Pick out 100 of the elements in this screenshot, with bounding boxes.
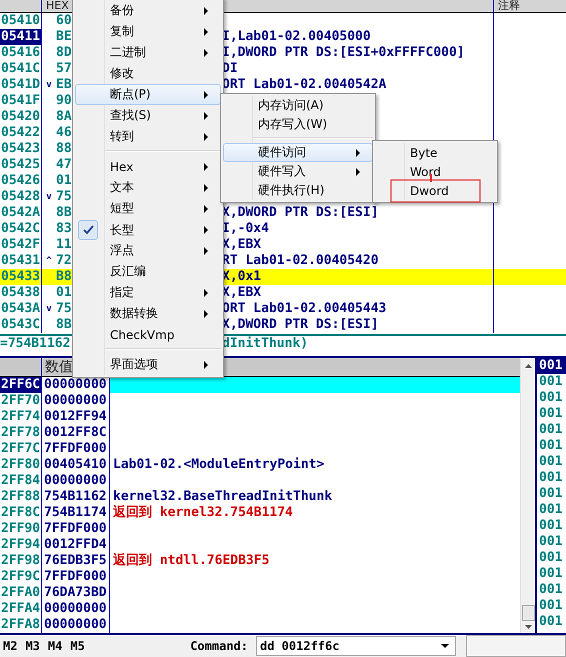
- hex-cell: 60: [56, 13, 72, 29]
- dump-cell-text: 001: [538, 582, 564, 598]
- memory-tab[interactable]: M4: [44, 639, 66, 653]
- dump-cell-text: 001: [538, 486, 564, 502]
- dump-cell-text: 001: [538, 518, 564, 534]
- address-cell: 2FF94: [0, 537, 42, 553]
- header-cell: [0, 0, 42, 13]
- menu-item[interactable]: Word: [375, 162, 495, 181]
- hex-cell: 75: [56, 301, 72, 317]
- hex-cell: 8D: [56, 45, 72, 61]
- menu-item[interactable]: 修改: [75, 63, 221, 84]
- menu-item[interactable]: 查找(S): [75, 105, 221, 126]
- menu-item[interactable]: 内存访问(A): [223, 96, 373, 115]
- jump-mark: v: [45, 191, 53, 204]
- submenu-arrow-icon: [204, 162, 208, 170]
- menu-item[interactable]: 指定: [75, 282, 221, 303]
- jump-mark: ^: [45, 255, 53, 268]
- menu-item[interactable]: 硬件执行(H): [223, 181, 373, 200]
- value-cell: 00000000: [42, 393, 110, 409]
- value-cell: 7FFDF000: [42, 521, 110, 537]
- dump-cell-text: 001: [538, 454, 564, 470]
- dump-cell-text: 001: [538, 502, 564, 518]
- menu-item[interactable]: 反汇编: [75, 261, 221, 282]
- hex-cell: 11: [56, 237, 72, 253]
- dump-cell-text: 001: [538, 598, 564, 614]
- menu-item[interactable]: Byte: [375, 143, 495, 162]
- submenu-arrow-icon: [204, 6, 208, 14]
- submenu-arrow-icon: [204, 310, 208, 318]
- scroll-thumb[interactable]: [522, 605, 534, 621]
- address-cell: 2FF74: [0, 409, 42, 425]
- address-cell: 2FF7C: [0, 441, 42, 457]
- value-cell: 0012FFD4: [42, 537, 110, 553]
- value-cell: 0012FF8C: [42, 425, 110, 441]
- hex-cell: 01: [56, 285, 72, 301]
- dump-cell-text: 001: [538, 374, 564, 390]
- dump-cell-text: 001: [538, 534, 564, 550]
- menu-item[interactable]: 文本: [75, 177, 221, 198]
- menu-item[interactable]: 长型: [75, 219, 221, 240]
- dump-cell-text: 001: [538, 422, 564, 438]
- menu-item[interactable]: 硬件访问: [223, 143, 373, 162]
- menu-item[interactable]: 浮点: [75, 240, 221, 261]
- address-cell: 05438: [0, 285, 42, 301]
- address-cell: 05422: [0, 125, 42, 141]
- address-cell: 0542F: [0, 237, 42, 253]
- menu-item[interactable]: 断点(P): [75, 84, 221, 105]
- scroll-up-icon[interactable]: [524, 364, 532, 368]
- menu-item[interactable]: Hex: [75, 156, 221, 177]
- comment-cell-text: 返回到 ntdll.76EDB3F5: [112, 553, 270, 569]
- hex-cell: 8A: [56, 109, 72, 125]
- scrollbar[interactable]: [520, 358, 535, 633]
- dump-cell-text: 001: [538, 438, 564, 454]
- address-cell: 0541D: [0, 77, 42, 93]
- value-cell: 00405410: [42, 457, 110, 473]
- address-cell: 0541C: [0, 61, 42, 77]
- menu-item[interactable]: 二进制: [75, 42, 221, 63]
- comment-cell-text: 返回到 kernel32.754B1174: [112, 505, 294, 521]
- menu-item[interactable]: 内存写入(W): [223, 115, 373, 134]
- memory-tab[interactable]: M3: [22, 639, 43, 653]
- info-text: dInitThunk): [222, 336, 308, 354]
- value-cell: 7FFDF000: [42, 441, 110, 457]
- menu-item[interactable]: Dword: [375, 181, 495, 200]
- hex-cell: 47: [56, 157, 72, 173]
- value-cell: 754B1174: [42, 505, 110, 521]
- submenu-arrow-icon: [356, 148, 360, 156]
- submenu-arrow-icon: [204, 288, 208, 296]
- scroll-down-icon[interactable]: [524, 625, 532, 629]
- address-cell: 2FF98: [0, 553, 42, 569]
- address-cell: 05425: [0, 157, 42, 173]
- dump-cell: 001: [537, 358, 566, 374]
- menu-item[interactable]: 硬件写入: [223, 162, 373, 181]
- code-cell: X,0x1: [222, 269, 494, 285]
- menu-item[interactable]: 复制: [75, 21, 221, 42]
- address-cell: 2FF70: [0, 393, 42, 409]
- address-cell: 2FFA4: [0, 601, 42, 617]
- menu-item[interactable]: CheckVmp: [75, 324, 221, 345]
- address-cell: 2FF84: [0, 473, 42, 489]
- menu-item[interactable]: 数据转换: [75, 303, 221, 324]
- memory-tab[interactable]: M2: [0, 639, 20, 653]
- address-cell: 2FF90: [0, 521, 42, 537]
- value-cell: 00000000: [42, 617, 110, 633]
- hex-cell: 01: [56, 173, 72, 189]
- submenu-arrow-icon: [204, 226, 208, 234]
- menu-item[interactable]: 转到: [75, 126, 221, 147]
- address-cell: 2FFA8: [0, 617, 42, 633]
- hex-cell: BE: [56, 29, 72, 45]
- column-header: 注释: [494, 0, 566, 13]
- hex-cell: 46: [56, 125, 72, 141]
- value-cell: 76EDB3F5: [42, 553, 110, 569]
- submenu-arrow-icon: [204, 184, 208, 192]
- hex-cell: 8B: [56, 205, 72, 221]
- jump-mark: v: [45, 303, 53, 316]
- memory-tab[interactable]: M5: [67, 639, 88, 653]
- value-cell: 7FFDF000: [42, 569, 110, 585]
- address-cell: 0542C: [0, 221, 42, 237]
- address-cell: 0541F: [0, 93, 42, 109]
- submenu-arrow-icon: [204, 204, 208, 212]
- value-cell: 0012FF94: [42, 409, 110, 425]
- menu-item[interactable]: 短型: [75, 198, 221, 219]
- submenu-arrow-icon: [204, 28, 208, 36]
- address-cell: 2FF9C: [0, 569, 42, 585]
